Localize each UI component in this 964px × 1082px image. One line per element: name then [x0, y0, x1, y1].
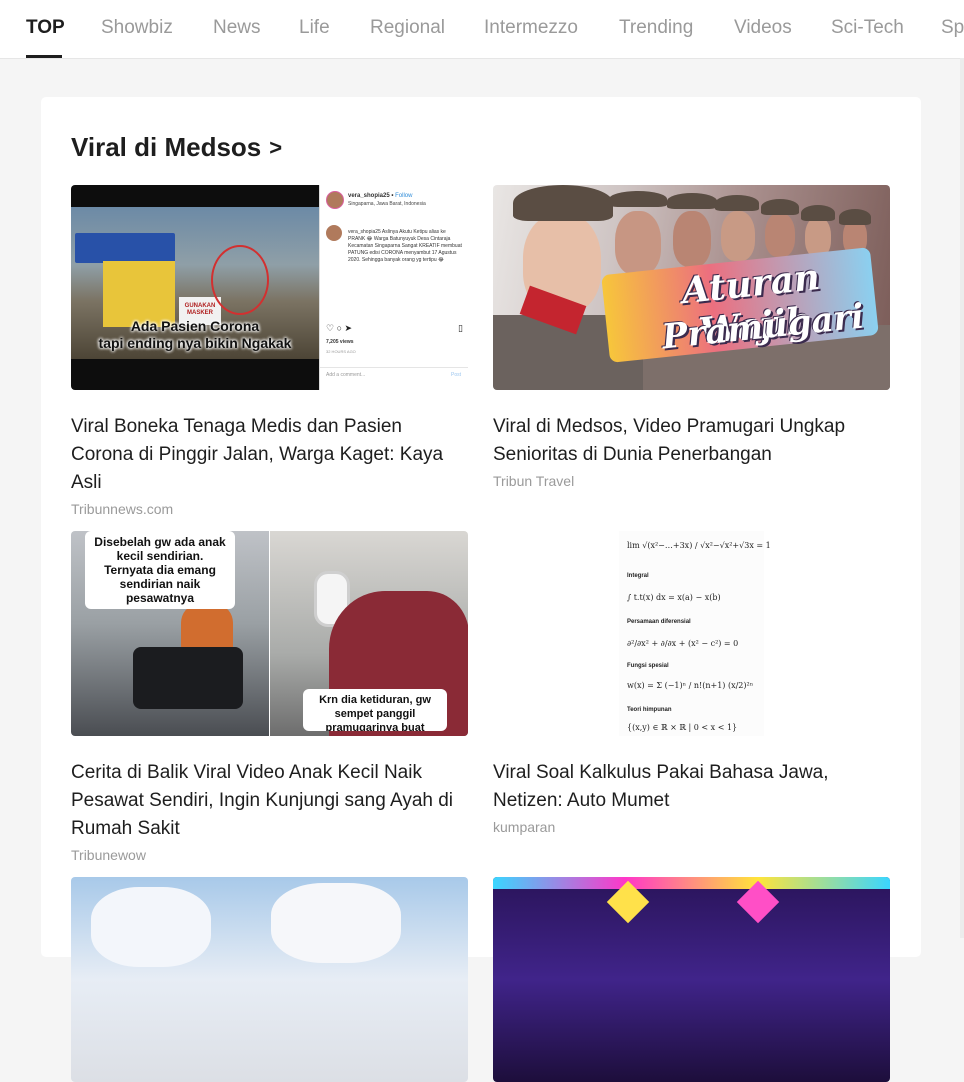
- stewardess-face: [673, 211, 711, 267]
- tab-sport-partial[interactable]: Sp: [941, 17, 964, 39]
- tab-top[interactable]: TOP: [26, 17, 65, 39]
- tab-news[interactable]: News: [213, 17, 261, 39]
- stewardess-hat: [715, 195, 759, 211]
- formula-line: {(x,y) ∈ ℝ × ℝ | 0 < x < 1}: [627, 723, 738, 732]
- tab-trending[interactable]: Trending: [619, 17, 693, 39]
- stewardess-face: [765, 213, 795, 257]
- formula-line: w(x) = Σ (−1)ⁿ / n!(n+1) (x/2)²ⁿ: [627, 681, 754, 690]
- article-headline-text[interactable]: Viral Soal Kalkulus Pakai Bahasa Jawa, N…: [493, 759, 890, 815]
- caption-bubble-2: Krn dia ketiduran, gw sempet panggil pra…: [303, 689, 447, 731]
- stewardess-hat: [839, 209, 871, 225]
- article-card-4[interactable]: lim √(x²−…+3x) / √x²−√x²+√3x = 1 Integra…: [493, 531, 890, 835]
- video-caption: Ada Pasien Corona tapi ending nya bikin …: [71, 318, 319, 352]
- ig-add-comment: Add a comment... Post: [320, 367, 468, 378]
- article-headline[interactable]: Viral Boneka Tenaga Medis dan Pasien Cor…: [71, 413, 468, 497]
- article-card-1[interactable]: GUNAKAN MASKER Ada Pasien Corona tapi en…: [71, 185, 468, 517]
- article-card-5[interactable]: [71, 877, 468, 1082]
- comment-avatar: [326, 225, 342, 241]
- ig-comment: vera_shopia25 Aslinya Akutu Ketipu alias…: [348, 229, 462, 263]
- article-thumbnail[interactable]: lim √(x²−…+3x) / √x²−√x²+√3x = 1 Integra…: [493, 531, 890, 736]
- ppe-suit-shape: [91, 887, 211, 967]
- formula-line: lim √(x²−…+3x) / √x²−√x²+√3x = 1: [627, 541, 771, 550]
- stage-lights: [493, 877, 890, 889]
- bullet-integral: Integral: [627, 573, 649, 579]
- section-title-link[interactable]: Viral di Medsos >: [71, 132, 282, 163]
- ig-action-icons: ♡ ○ ➤ ▯: [326, 323, 463, 334]
- stewardess-hat: [761, 199, 799, 215]
- section-title: Viral di Medsos: [71, 132, 262, 162]
- chevron-right-icon: >: [269, 135, 283, 160]
- article-source: Tribun Travel: [493, 473, 575, 489]
- comment-icon: ○: [336, 323, 343, 333]
- formula-line: ∂²/∂x² + ∂/∂x + (x² − c²) = 0: [627, 639, 739, 648]
- ig-follow-text: Follow: [395, 193, 413, 199]
- bullet-fungsi: Fungsi spesial: [627, 663, 669, 669]
- ig-location: Singaparna, Jawa Barat, Indonesia: [348, 201, 426, 207]
- stewardess-face: [615, 211, 661, 275]
- article-thumbnail[interactable]: Disebelah gw ada anak kecil sendirian. T…: [71, 531, 468, 736]
- ig-username: vera_shopia25 • Follow: [348, 193, 413, 199]
- ig-add-comment-text: Add a comment...: [326, 372, 366, 378]
- caption-bubble-1: Disebelah gw ada anak kecil sendirian. T…: [85, 531, 235, 609]
- article-headline[interactable]: Cerita di Balik Viral Video Anak Kecil N…: [71, 759, 468, 843]
- tab-life[interactable]: Life: [299, 17, 330, 39]
- stewardess-hat: [513, 185, 613, 221]
- article-card-3[interactable]: Disebelah gw ada anak kecil sendirian. T…: [71, 531, 468, 863]
- tab-regional[interactable]: Regional: [370, 17, 445, 39]
- caption-line-1: Ada Pasien Corona: [130, 318, 260, 334]
- article-thumbnail[interactable]: GUNAKAN MASKER Ada Pasien Corona tapi en…: [71, 185, 468, 390]
- share-icon: ➤: [344, 323, 353, 333]
- bullet-himpunan: Teori himpunan: [627, 707, 672, 713]
- calculus-document-image: lim √(x²−…+3x) / √x²−√x²+√3x = 1 Integra…: [619, 531, 771, 736]
- heart-icon: ♡: [326, 323, 335, 333]
- stewardess-hat: [801, 205, 835, 221]
- bullet-diferensial: Persamaan diferensial: [627, 619, 691, 625]
- article-card-6[interactable]: [493, 877, 890, 1082]
- tab-videos[interactable]: Videos: [734, 17, 792, 39]
- caption-line-2: tapi ending nya bikin Ngakak: [98, 335, 292, 351]
- instagram-post-panel: vera_shopia25 • Follow Singaparna, Jawa …: [319, 185, 468, 390]
- stewardess-hat: [667, 193, 717, 209]
- ig-user-text: vera_shopia25: [348, 193, 390, 199]
- tab-intermezzo[interactable]: Intermezzo: [484, 17, 578, 39]
- formula-line: ∫ t.t(x) dx = x(a) − x(b): [627, 593, 721, 602]
- article-source: Tribunewow: [71, 847, 146, 863]
- tent-shape: [75, 233, 175, 263]
- article-thumbnail[interactable]: Aturan Wajib Pramugari: [493, 185, 890, 390]
- tab-showbiz[interactable]: Showbiz: [101, 17, 173, 39]
- article-headline[interactable]: Viral di Medsos, Video Pramugari Ungkap …: [493, 413, 890, 469]
- video-frame: GUNAKAN MASKER Ada Pasien Corona tapi en…: [71, 185, 319, 390]
- article-source: Tribunnews.com: [71, 501, 174, 517]
- ig-post-text: Post: [450, 372, 461, 378]
- bookmark-icon: ▯: [458, 323, 463, 333]
- bag-shape: [133, 647, 243, 709]
- stewardess-face: [721, 211, 755, 261]
- page-scrollbar[interactable]: [960, 58, 964, 938]
- ig-views: 7,205 views: [326, 339, 354, 345]
- viral-section-card: Viral di Medsos > GUNAKAN MASKER Ada Pasi…: [41, 97, 921, 1082]
- article-thumbnail[interactable]: [493, 877, 890, 1082]
- stewardess-hat: [609, 191, 667, 207]
- article-thumbnail[interactable]: [71, 877, 468, 1082]
- category-tab-bar: TOP Showbiz News Life Regional Intermezz…: [0, 0, 964, 59]
- article-source: kumparan: [493, 819, 556, 835]
- ig-timestamp: 32 HOURS AGO: [326, 349, 356, 354]
- active-tab-indicator: [26, 55, 62, 58]
- tab-scitech[interactable]: Sci-Tech: [831, 17, 904, 39]
- sign-text: GUNAKAN MASKER: [184, 303, 216, 316]
- article-card-2[interactable]: Aturan Wajib Pramugari Viral di Medsos, …: [493, 185, 890, 489]
- avatar: [326, 191, 344, 209]
- highlight-circle: [211, 245, 269, 315]
- ppe-suit-shape: [271, 883, 401, 963]
